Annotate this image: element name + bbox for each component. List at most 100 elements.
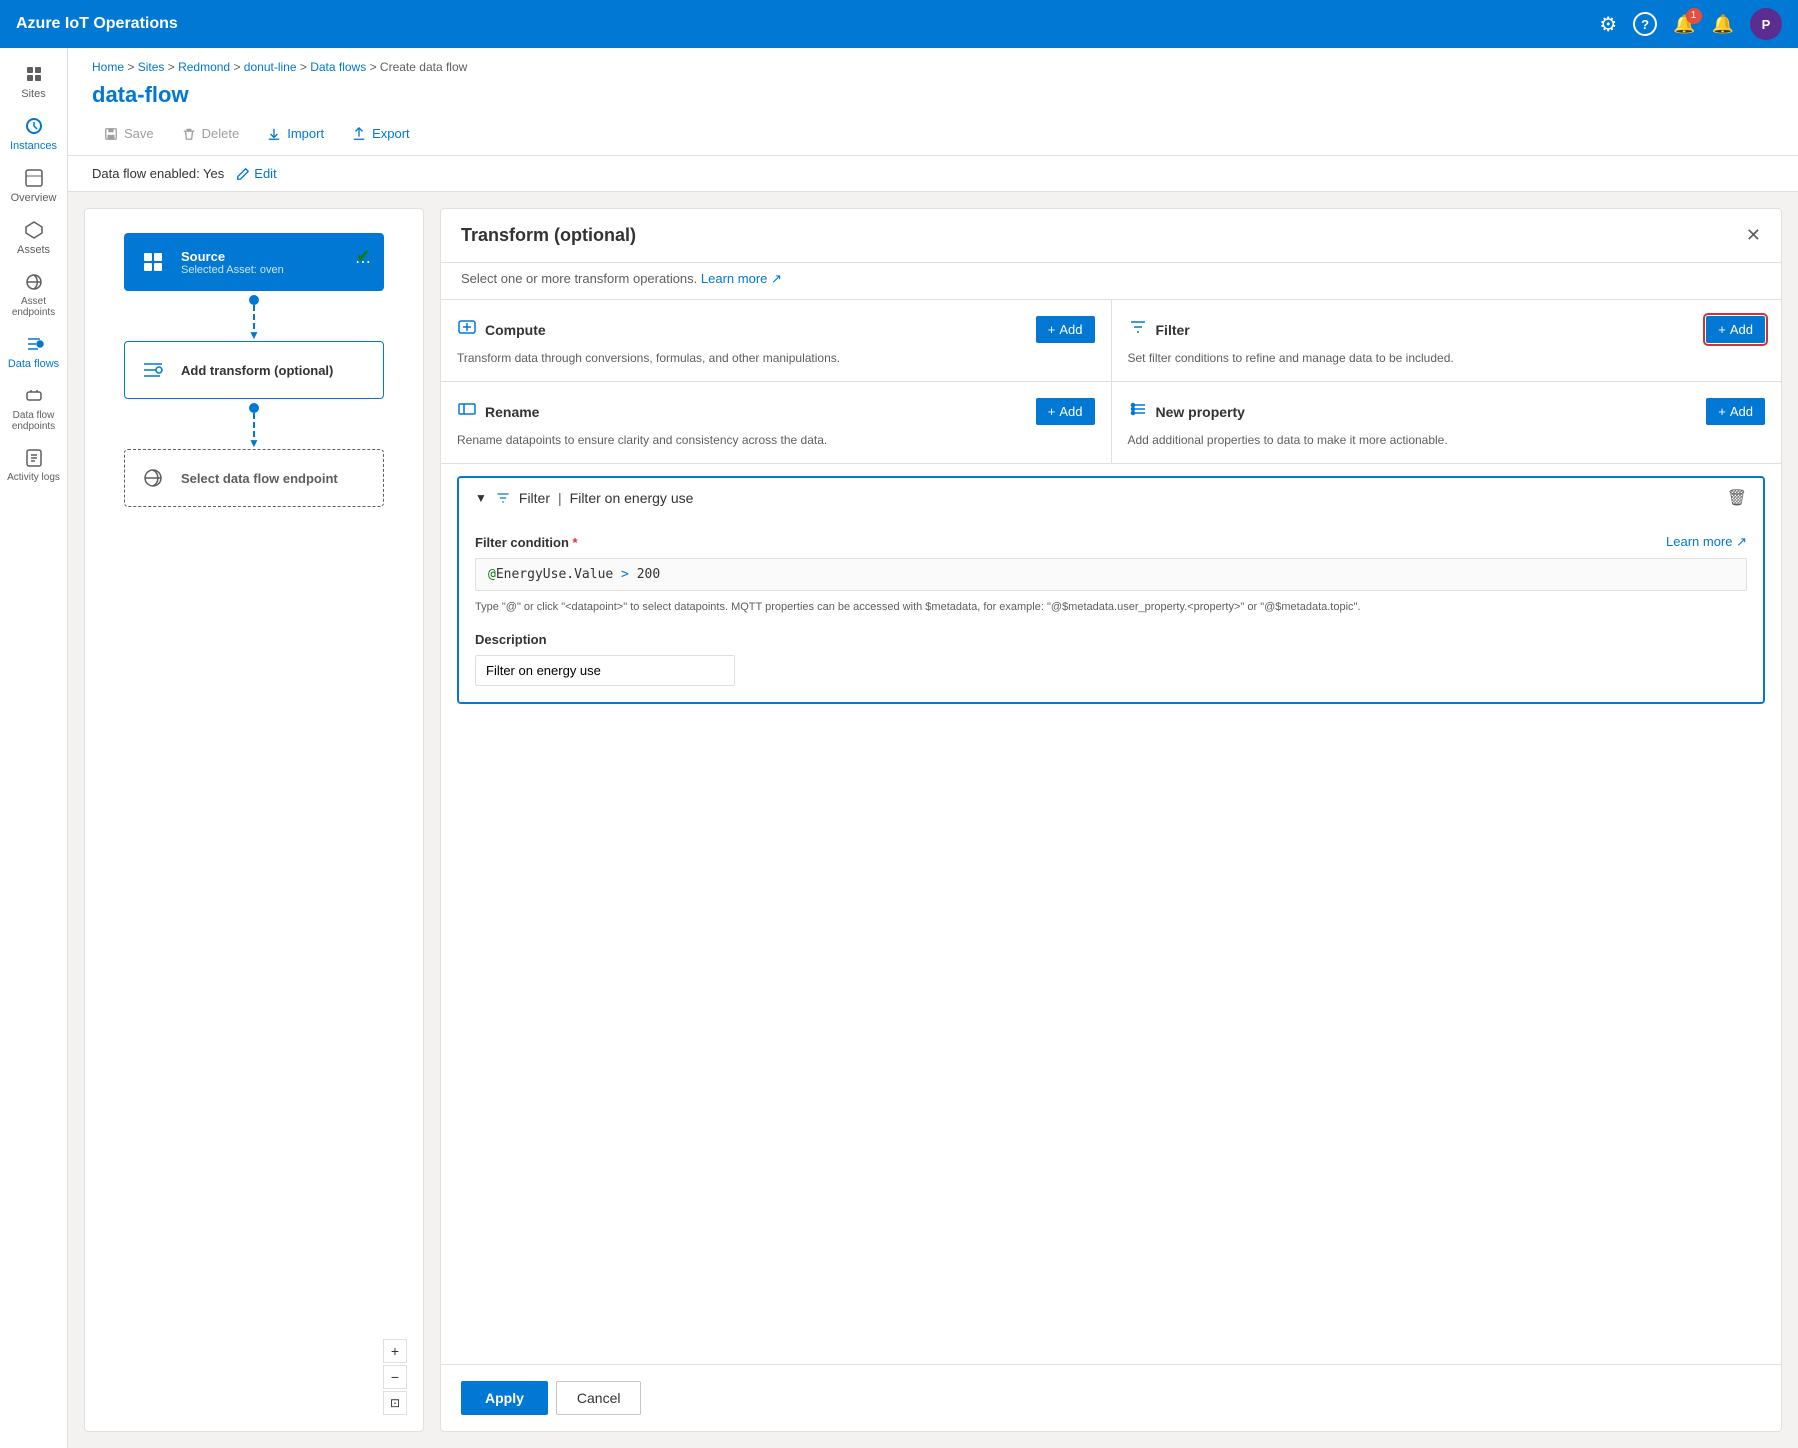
notification-icon[interactable]: 🔔 1	[1673, 14, 1695, 35]
edit-button[interactable]: Edit	[236, 166, 276, 181]
delete-button[interactable]: Delete	[170, 120, 252, 147]
filter-icon	[1128, 317, 1148, 342]
zoom-in-button[interactable]: +	[383, 1339, 407, 1363]
new-property-title: New property	[1156, 404, 1245, 420]
sidebar-item-asset-endpoints[interactable]: Asset endpoints	[0, 264, 67, 326]
condition-value: EnergyUse.Value	[496, 567, 613, 582]
filter-section: ▼ Filter | Filter on energy use 🗑	[457, 476, 1765, 704]
save-button[interactable]: Save	[92, 120, 166, 147]
transform-panel: Transform (optional) ✕ Select one or mor…	[440, 208, 1782, 1432]
sidebar-item-data-flow-endpoints[interactable]: Data flow endpoints	[0, 378, 67, 440]
sidebar-item-overview-label: Overview	[11, 192, 57, 204]
filter-condition-label: Filter condition *	[475, 535, 578, 550]
import-button[interactable]: Import	[255, 120, 336, 147]
source-icon	[137, 246, 169, 278]
apply-button[interactable]: Apply	[461, 1381, 548, 1415]
export-label: Export	[372, 126, 410, 141]
filter-title: Filter	[1156, 322, 1190, 338]
sidebar-item-assets-label: Assets	[17, 244, 50, 256]
transform-options: Compute + Add Transform data through con…	[441, 300, 1781, 464]
panel-subtitle: Select one or more transform operations.…	[441, 263, 1781, 300]
sidebar-item-assets[interactable]: Assets	[0, 212, 67, 264]
compute-option: Compute + Add Transform data through con…	[441, 300, 1111, 381]
endpoint-title: Select data flow endpoint	[181, 471, 371, 486]
avatar[interactable]: P	[1750, 8, 1782, 40]
learn-more-link[interactable]: Learn more ↗	[701, 271, 782, 286]
description-input[interactable]	[475, 655, 735, 686]
breadcrumb-data-flows[interactable]: Data flows	[310, 60, 366, 74]
filter-learn-more[interactable]: Learn more ↗	[1666, 534, 1747, 550]
compute-add-button[interactable]: + Add	[1036, 316, 1095, 343]
toolbar: Save Delete Import Export	[92, 120, 1774, 155]
panel-footer: Apply Cancel	[441, 1364, 1781, 1431]
compute-title: Compute	[485, 322, 546, 338]
rename-add-button[interactable]: + Add	[1036, 398, 1095, 425]
sidebar-item-instances[interactable]: Instances	[0, 108, 67, 160]
sidebar: Sites Instances Overview Assets Asset en…	[0, 48, 68, 1448]
filter-section-name: Filter on energy use	[570, 490, 694, 506]
breadcrumb-donut-line[interactable]: donut-line	[244, 60, 297, 74]
bell-icon[interactable]: 🔔	[1712, 14, 1734, 35]
filter-desc: Set filter conditions to refine and mana…	[1128, 351, 1766, 365]
fit-button[interactable]: ⊡	[383, 1391, 407, 1415]
filter-delete-icon[interactable]: 🗑	[1727, 488, 1747, 508]
new-property-icon	[1128, 399, 1148, 424]
sidebar-item-data-flows-label: Data flows	[8, 358, 59, 370]
content-area: Home > Sites > Redmond > donut-line > Da…	[68, 48, 1798, 1448]
filter-section-title: Filter	[519, 490, 550, 506]
source-status: ✔	[356, 246, 371, 278]
description-label: Description	[475, 632, 1747, 647]
source-node[interactable]: Source Selected Asset: oven ⋯ ✔	[124, 233, 384, 291]
filter-condition-input[interactable]: @EnergyUse.Value > 200	[475, 558, 1747, 591]
condition-at-sign: @	[488, 567, 496, 582]
filter-section-header: ▼ Filter | Filter on energy use 🗑	[459, 478, 1763, 518]
panel-title: Transform (optional)	[461, 225, 636, 246]
help-icon[interactable]: ?	[1633, 12, 1657, 36]
filter-hint: Type "@" or click "<datapoint>" to selec…	[475, 599, 1747, 616]
rename-option: Rename + Add Rename datapoints to ensure…	[441, 382, 1111, 463]
save-label: Save	[124, 126, 154, 141]
sidebar-item-instances-label: Instances	[10, 140, 57, 152]
transform-node[interactable]: Add transform (optional)	[124, 341, 384, 399]
breadcrumb: Home > Sites > Redmond > donut-line > Da…	[92, 60, 1774, 74]
breadcrumb-home[interactable]: Home	[92, 60, 124, 74]
sidebar-item-data-flows[interactable]: Data flows	[0, 326, 67, 378]
condition-operator: >	[613, 567, 636, 582]
main-content: Source Selected Asset: oven ⋯ ✔ ▼	[68, 192, 1798, 1448]
export-button[interactable]: Export	[340, 120, 422, 147]
sidebar-item-sites-label: Sites	[21, 88, 45, 100]
breadcrumb-redmond[interactable]: Redmond	[178, 60, 230, 74]
source-title: Source	[181, 249, 343, 264]
endpoint-icon	[137, 462, 169, 494]
page-header: Home > Sites > Redmond > donut-line > Da…	[68, 48, 1798, 156]
sidebar-item-data-flow-endpoints-label: Data flow endpoints	[4, 410, 63, 432]
transform-title: Add transform (optional)	[181, 363, 371, 378]
filter-body: Filter condition * Learn more ↗ @EnergyU…	[459, 518, 1763, 702]
filter-add-button[interactable]: + Add	[1706, 316, 1765, 343]
notification-badge: 1	[1686, 8, 1702, 24]
new-property-add-button[interactable]: + Add	[1706, 398, 1765, 425]
zoom-out-button[interactable]: −	[383, 1365, 407, 1389]
rename-title: Rename	[485, 404, 539, 420]
flow-status-label: Data flow enabled: Yes	[92, 166, 224, 181]
endpoint-node[interactable]: Select data flow endpoint	[124, 449, 384, 507]
panel-header: Transform (optional) ✕	[441, 209, 1781, 263]
filter-header-icon	[495, 490, 511, 506]
new-property-option: New property + Add Add additional proper…	[1112, 382, 1782, 463]
panel-close-button[interactable]: ✕	[1746, 225, 1761, 246]
breadcrumb-current: Create data flow	[380, 60, 467, 74]
settings-icon[interactable]: ⚙	[1599, 12, 1617, 37]
page-title: data-flow	[92, 82, 1774, 108]
sidebar-item-overview[interactable]: Overview	[0, 160, 67, 212]
transform-icon	[137, 354, 169, 386]
rename-desc: Rename datapoints to ensure clarity and …	[457, 433, 1095, 447]
required-star: *	[573, 535, 578, 550]
flow-status-bar: Data flow enabled: Yes Edit	[68, 156, 1798, 192]
cancel-button[interactable]: Cancel	[556, 1381, 642, 1415]
top-navigation: Azure IoT Operations ⚙ ? 🔔 1 🔔 P	[0, 0, 1798, 48]
sidebar-item-asset-endpoints-label: Asset endpoints	[4, 296, 63, 318]
sidebar-item-activity-logs[interactable]: Activity logs	[0, 440, 67, 491]
filter-chevron-icon[interactable]: ▼	[475, 491, 487, 505]
breadcrumb-sites[interactable]: Sites	[138, 60, 165, 74]
sidebar-item-sites[interactable]: Sites	[0, 56, 67, 108]
